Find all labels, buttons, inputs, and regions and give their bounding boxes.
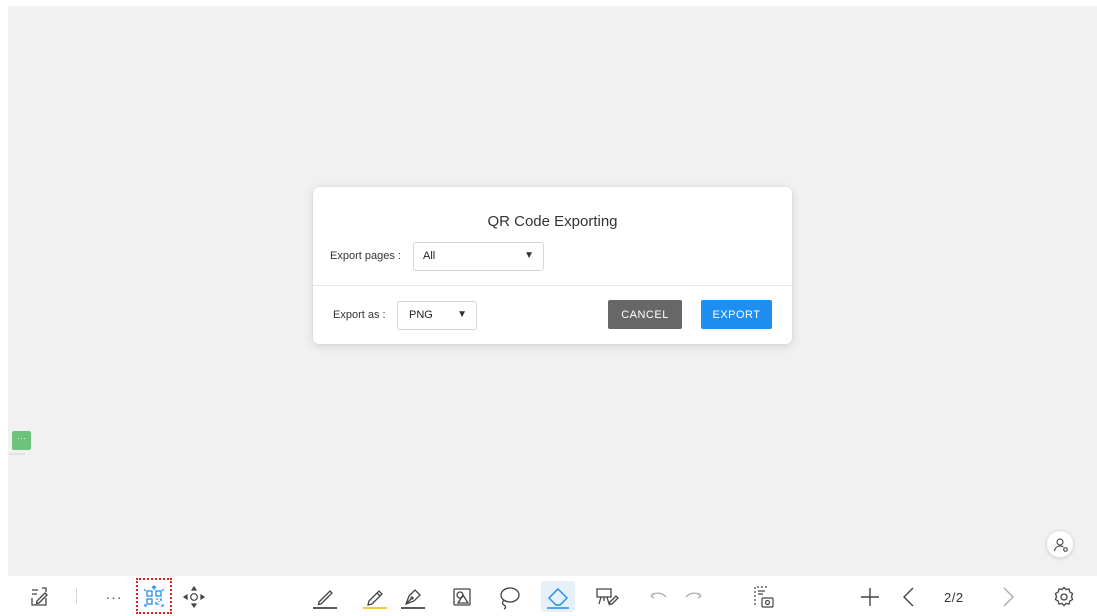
next-page-icon <box>1003 587 1014 607</box>
more-button[interactable]: ··· <box>101 584 127 610</box>
user-icon <box>1053 538 1068 552</box>
chevron-down-icon: ▼ <box>457 309 467 320</box>
more-icon: ··· <box>105 589 123 605</box>
user-button[interactable] <box>1046 530 1074 558</box>
export-pages-value: All <box>423 250 436 262</box>
settings-button[interactable] <box>1051 584 1077 610</box>
eraser-button[interactable] <box>545 584 571 610</box>
redo-icon <box>685 592 702 599</box>
side-note-chip[interactable]: ··· <box>12 431 31 450</box>
calligraphy-pen-button[interactable] <box>400 584 426 610</box>
shape-button[interactable] <box>449 584 475 610</box>
export-pages-label: Export pages : <box>330 250 401 262</box>
calligraphy-pen-icon <box>401 589 425 609</box>
toolbar-divider <box>76 588 77 604</box>
dialog-divider <box>313 285 792 286</box>
dialog-title: QR Code Exporting <box>487 213 618 230</box>
next-page-button[interactable] <box>995 584 1021 610</box>
presentation-icon <box>596 588 619 606</box>
eraser-icon <box>547 588 569 609</box>
pen-icon <box>313 590 337 609</box>
notes-icon <box>31 587 48 606</box>
export-pages-select[interactable]: All ▼ <box>413 242 544 271</box>
export-as-label: Export as : <box>333 309 386 321</box>
presentation-button[interactable] <box>594 584 620 610</box>
undo-button[interactable] <box>645 584 671 610</box>
shape-icon <box>453 588 471 606</box>
export-as-value: PNG <box>409 309 433 321</box>
screenshot-button[interactable] <box>750 584 776 610</box>
prev-page-button[interactable] <box>896 584 922 610</box>
settings-icon <box>1054 586 1074 607</box>
move-icon <box>182 585 206 609</box>
side-chip-shadow <box>9 453 25 455</box>
export-as-select[interactable]: PNG ▼ <box>397 301 477 330</box>
bottom-toolbar: ··· 2/2 <box>0 576 1097 616</box>
export-button[interactable]: EXPORT <box>701 300 772 329</box>
add-page-icon <box>861 588 879 606</box>
move-button[interactable] <box>181 584 207 610</box>
prev-page-icon <box>903 587 914 607</box>
redo-button[interactable] <box>681 584 707 610</box>
pen-button[interactable] <box>312 584 338 610</box>
undo-icon <box>650 592 667 599</box>
qr-code-button[interactable] <box>141 584 167 610</box>
notes-button[interactable] <box>28 584 54 610</box>
screenshot-icon <box>754 586 774 608</box>
lasso-icon <box>500 587 520 610</box>
highlighter-button[interactable] <box>362 584 388 610</box>
qr-code-icon <box>144 585 164 607</box>
add-page-button[interactable] <box>857 584 883 610</box>
chevron-down-icon: ▼ <box>524 250 534 261</box>
cancel-button[interactable]: CANCEL <box>608 300 682 329</box>
qr-export-dialog: QR Code Exporting Export pages : All ▼ E… <box>313 187 792 344</box>
highlighter-icon <box>363 590 387 609</box>
lasso-button[interactable] <box>496 584 522 610</box>
page-indicator: 2/2 <box>944 590 964 605</box>
